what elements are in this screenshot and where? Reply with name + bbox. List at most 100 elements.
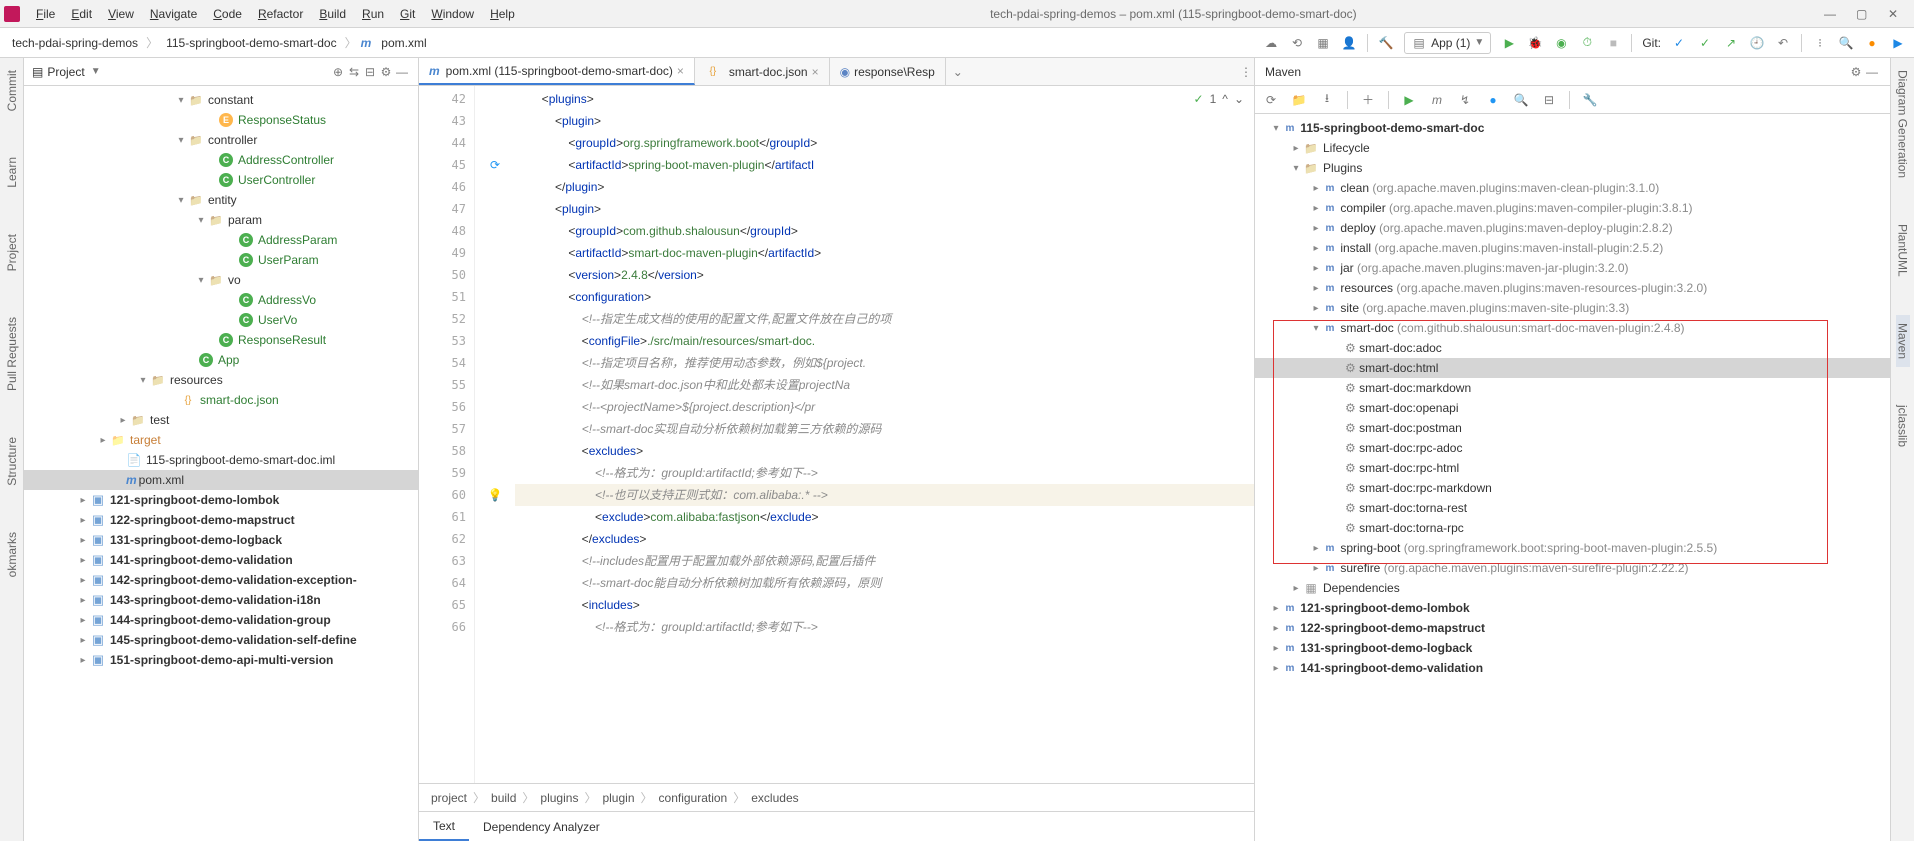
tree-module[interactable]: ▸143-springboot-demo-validation-i18n — [24, 590, 418, 610]
collapse-icon[interactable]: ⊟ — [1541, 92, 1557, 108]
find-icon[interactable]: 🔍 — [1513, 92, 1529, 108]
collapse-all-icon[interactable]: ⊟ — [362, 64, 378, 80]
maven-plugin[interactable]: ▸m site (org.apache.maven.plugins:maven-… — [1255, 298, 1890, 318]
coverage-icon[interactable]: ◉ — [1553, 35, 1569, 51]
tree-folder-constant[interactable]: ▾constant — [24, 90, 418, 110]
settings-icon[interactable]: ⚙ — [378, 64, 394, 80]
menu-file[interactable]: File — [28, 3, 63, 25]
more-icon[interactable]: ⁝ — [1812, 35, 1828, 51]
maven-lifecycle[interactable]: ▸Lifecycle — [1255, 138, 1890, 158]
maven-plugin[interactable]: ▸m spring-boot (org.springframework.boot… — [1255, 538, 1890, 558]
ide-update-icon[interactable]: ● — [1864, 35, 1880, 51]
menu-window[interactable]: Window — [423, 3, 482, 25]
tree-file-pom[interactable]: mpom.xml — [24, 470, 418, 490]
maven-module[interactable]: ▸m 122-springboot-demo-mapstruct — [1255, 618, 1890, 638]
menu-code[interactable]: Code — [205, 3, 250, 25]
tab-smartdoc[interactable]: smart-doc.json× — [695, 58, 830, 85]
sync-icon[interactable]: ⟲ — [1289, 35, 1305, 51]
tree-class[interactable]: App — [24, 350, 418, 370]
menu-edit[interactable]: Edit — [63, 3, 100, 25]
maven-module[interactable]: ▸m 121-springboot-demo-lombok — [1255, 598, 1890, 618]
toggle-skip-test-icon[interactable]: ↯ — [1457, 92, 1473, 108]
tree-module[interactable]: ▸131-springboot-demo-logback — [24, 530, 418, 550]
maven-goal[interactable]: ⚙ smart-doc:rpc-adoc — [1255, 438, 1890, 458]
tree-class[interactable]: ResponseStatus — [24, 110, 418, 130]
settings-icon[interactable]: ⚙ — [1848, 64, 1864, 80]
chevron-down-icon[interactable]: ▼ — [91, 66, 101, 77]
menu-run[interactable]: Run — [354, 3, 392, 25]
tool-project[interactable]: Project — [5, 226, 19, 279]
crumb-module[interactable]: 115-springboot-demo-smart-doc — [162, 34, 341, 52]
crumb[interactable]: build — [491, 791, 516, 805]
tool-diagram-generation[interactable]: Diagram Generation — [1896, 62, 1910, 186]
target-icon[interactable]: ⊕ — [330, 64, 346, 80]
maven-dependencies[interactable]: ▸Dependencies — [1255, 578, 1890, 598]
tab-dependency-analyzer[interactable]: Dependency Analyzer — [469, 812, 614, 841]
close-tab-icon[interactable]: × — [812, 65, 819, 79]
add-icon[interactable]: ＋ — [1360, 92, 1376, 108]
project-title[interactable]: Project — [47, 65, 84, 79]
tree-module[interactable]: ▸151-springboot-demo-api-multi-version — [24, 650, 418, 670]
maven-plugin[interactable]: ▸m clean (org.apache.maven.plugins:maven… — [1255, 178, 1890, 198]
tab-response[interactable]: ◉response\Resp — [830, 58, 946, 85]
maven-module[interactable]: ▸m 131-springboot-demo-logback — [1255, 638, 1890, 658]
maven-goal[interactable]: ⚙ smart-doc:adoc — [1255, 338, 1890, 358]
tree-class[interactable]: ResponseResult — [24, 330, 418, 350]
maven-root[interactable]: ▾m 115-springboot-demo-smart-doc — [1255, 118, 1890, 138]
menu-navigate[interactable]: Navigate — [142, 3, 205, 25]
maven-goal[interactable]: ⚙ smart-doc:torna-rpc — [1255, 518, 1890, 538]
menu-view[interactable]: View — [100, 3, 142, 25]
maximize-icon[interactable]: ▢ — [1856, 7, 1870, 21]
tree-folder-param[interactable]: ▾param — [24, 210, 418, 230]
ide-feature-icon[interactable]: ▶ — [1890, 35, 1906, 51]
git-commit-icon[interactable]: ✓ — [1697, 35, 1713, 51]
crumb[interactable]: configuration — [659, 791, 728, 805]
maven-goal[interactable]: ⚙ smart-doc:torna-rest — [1255, 498, 1890, 518]
tree-folder-target[interactable]: ▸target — [24, 430, 418, 450]
minimize-icon[interactable]: — — [1824, 7, 1838, 21]
bulb-icon[interactable]: 💡 — [488, 488, 503, 502]
git-update-icon[interactable]: ✓ — [1671, 35, 1687, 51]
tree-class[interactable]: UserVo — [24, 310, 418, 330]
hide-icon[interactable]: — — [394, 64, 410, 80]
crumb[interactable]: plugin — [602, 791, 634, 805]
expand-icon[interactable]: ⇆ — [346, 64, 362, 80]
cloud-icon[interactable]: ☁ — [1263, 35, 1279, 51]
tree-module[interactable]: ▸121-springboot-demo-lombok — [24, 490, 418, 510]
run-config-selector[interactable]: ▤ App (1) ▼ — [1404, 32, 1491, 54]
crumb-root[interactable]: tech-pdai-spring-demos — [8, 34, 142, 52]
tree-module[interactable]: ▸141-springboot-demo-validation — [24, 550, 418, 570]
tree-file-iml[interactable]: 📄115-springboot-demo-smart-doc.iml — [24, 450, 418, 470]
tool-commit[interactable]: Commit — [5, 62, 19, 119]
debug-icon[interactable]: 🐞 — [1527, 35, 1543, 51]
tool-bookmarks[interactable]: okmarks — [5, 524, 19, 585]
tool-jclasslib[interactable]: jclasslib — [1896, 397, 1910, 455]
git-push-icon[interactable]: ↗ — [1723, 35, 1739, 51]
tree-folder-controller[interactable]: ▾controller — [24, 130, 418, 150]
crumb[interactable]: plugins — [540, 791, 578, 805]
run-goal-icon[interactable]: ▶ — [1401, 92, 1417, 108]
crumb-file[interactable]: pom.xml — [377, 34, 430, 52]
boxes-icon[interactable]: ▦ — [1315, 35, 1331, 51]
menu-refactor[interactable]: Refactor — [250, 3, 311, 25]
tab-pom[interactable]: mpom.xml (115-springboot-demo-smart-doc)… — [419, 58, 695, 85]
maven-plugin-smartdoc[interactable]: ▾m smart-doc (com.github.shalousun:smart… — [1255, 318, 1890, 338]
chevron-down-icon[interactable]: ⌄ — [950, 64, 966, 80]
maven-plugin[interactable]: ▸m resources (org.apache.maven.plugins:m… — [1255, 278, 1890, 298]
tool-pull-requests[interactable]: Pull Requests — [5, 309, 19, 399]
tool-structure[interactable]: Structure — [5, 429, 19, 494]
tab-list-icon[interactable]: ⋮ — [1238, 64, 1254, 80]
crumb[interactable]: excludes — [751, 791, 798, 805]
menu-build[interactable]: Build — [311, 3, 354, 25]
execute-icon[interactable]: m — [1429, 92, 1445, 108]
tool-plantuml[interactable]: PlantUML — [1896, 216, 1910, 285]
stop-icon[interactable]: ■ — [1605, 35, 1621, 51]
maven-goal[interactable]: ⚙ smart-doc:rpc-html — [1255, 458, 1890, 478]
tree-folder-vo[interactable]: ▾vo — [24, 270, 418, 290]
maven-tree[interactable]: ▾m 115-springboot-demo-smart-doc ▸Lifecy… — [1255, 114, 1890, 841]
tree-module[interactable]: ▸144-springboot-demo-validation-group — [24, 610, 418, 630]
profile-icon[interactable]: ⏱ — [1579, 35, 1595, 51]
offline-icon[interactable]: ● — [1485, 92, 1501, 108]
code-editor[interactable]: <plugins> <plugin> <groupId>org.springfr… — [515, 86, 1254, 783]
tree-class[interactable]: AddressParam — [24, 230, 418, 250]
